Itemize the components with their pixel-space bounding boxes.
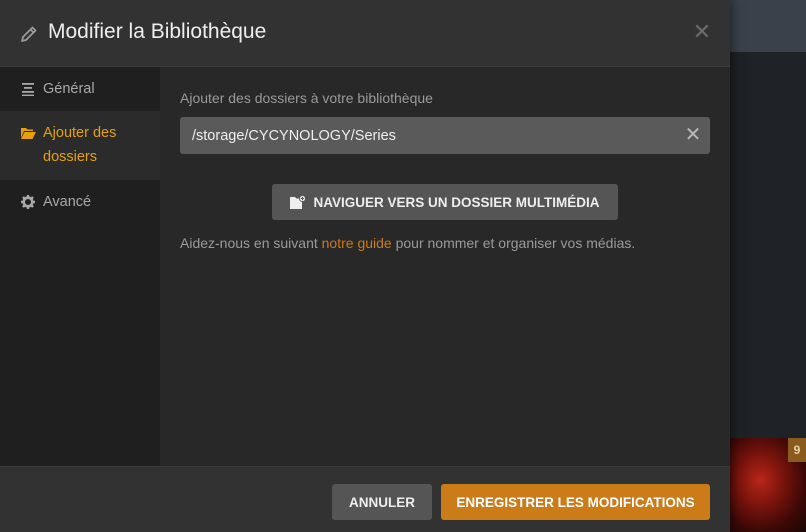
help-text: Aidez-nous en suivant notre guide pour n…	[180, 235, 635, 251]
help-text-prefix: Aidez-nous en suivant	[180, 235, 322, 251]
clear-folder-icon[interactable]: ✕	[683, 125, 703, 145]
sidebar-item-label: Avancé	[43, 194, 92, 210]
browse-button-label: NAVIGUER VERS UN DOSSIER MULTIMÉDIA	[313, 194, 600, 210]
gear-icon	[21, 195, 35, 209]
help-text-suffix: pour nommer et organiser vos médias.	[391, 235, 636, 251]
modal-footer: ANNULER ENREGISTRER LES MODIFICATIONS	[0, 466, 730, 532]
folder-field-label: Ajouter des dossiers à votre bibliothèqu…	[180, 90, 433, 106]
modal-title: Modifier la Bibliothèque	[48, 20, 267, 43]
poster-count-badge: 9	[788, 438, 806, 462]
modal-header: Modifier la Bibliothèque ✕	[0, 0, 730, 67]
modal-content: Ajouter des dossiers à votre bibliothèqu…	[160, 67, 730, 466]
folder-add-icon	[290, 195, 307, 209]
background-top-band	[730, 0, 806, 52]
folder-open-icon	[21, 128, 36, 139]
edit-library-modal: Modifier la Bibliothèque ✕ Général Ajout…	[0, 0, 730, 532]
sidebar-item-label: Ajouter des dossiers	[43, 125, 117, 165]
guide-link[interactable]: notre guide	[322, 235, 392, 251]
close-icon[interactable]: ✕	[692, 21, 712, 43]
folder-path-field: ✕	[180, 117, 710, 154]
sidebar-item-add-folders[interactable]: Ajouter des dossiers	[0, 111, 160, 180]
list-icon	[22, 83, 34, 96]
browse-media-folder-button[interactable]: NAVIGUER VERS UN DOSSIER MULTIMÉDIA	[272, 184, 618, 220]
pencil-icon	[21, 26, 37, 42]
sidebar-item-label: Général	[43, 81, 95, 97]
folder-path-input[interactable]	[180, 117, 670, 154]
sidebar-item-advanced[interactable]: Avancé	[0, 180, 160, 224]
cancel-button[interactable]: ANNULER	[332, 484, 432, 520]
modal-sidebar: Général Ajouter des dossiers Avancé	[0, 67, 160, 466]
save-changes-button[interactable]: ENREGISTRER LES MODIFICATIONS	[441, 484, 710, 520]
sidebar-item-general[interactable]: Général	[0, 67, 160, 111]
